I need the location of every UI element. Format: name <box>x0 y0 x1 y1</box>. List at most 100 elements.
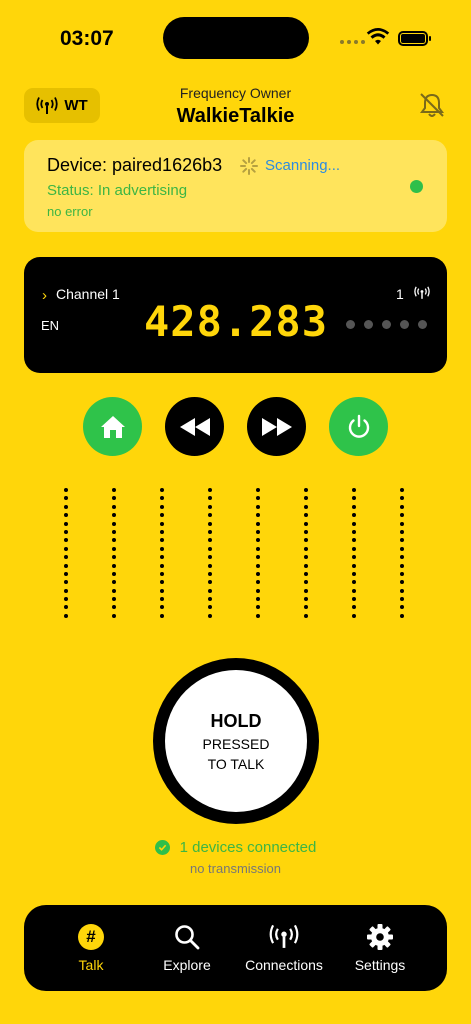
channel-language: EN <box>41 318 60 333</box>
grille-dot <box>160 563 164 568</box>
status-time: 03:07 <box>60 27 114 50</box>
grille-dot <box>208 513 212 518</box>
grille-dot <box>64 588 68 593</box>
grille-dot <box>400 563 404 568</box>
grille-dot <box>112 605 116 610</box>
wifi-icon <box>366 28 390 45</box>
dynamic-island <box>163 17 309 59</box>
grille-dot <box>304 613 308 618</box>
grille-dot <box>112 563 116 568</box>
grille-dot <box>352 513 356 518</box>
grille-dot <box>400 580 404 585</box>
grille-dot <box>304 521 308 526</box>
grille-dot <box>112 504 116 509</box>
grille-dot <box>160 597 164 602</box>
grille-dot <box>256 513 260 518</box>
grille-dot <box>64 504 68 509</box>
grille-dot <box>64 597 68 602</box>
grille-dot <box>256 496 260 501</box>
channel-number: 1 <box>396 286 404 302</box>
tab-connections-label: Connections <box>245 957 323 973</box>
grille-dot <box>400 571 404 576</box>
grille-column <box>256 488 260 618</box>
grille-dot <box>304 588 308 593</box>
push-to-talk-button[interactable]: HOLD PRESSED TO TALK <box>153 658 319 824</box>
grille-dot <box>112 588 116 593</box>
grille-dot <box>208 613 212 618</box>
rewind-icon <box>179 417 210 436</box>
grille-dot <box>304 580 308 585</box>
grille-dot <box>112 555 116 560</box>
grille-dot <box>256 538 260 543</box>
grille-dot <box>256 580 260 585</box>
search-icon <box>175 925 200 950</box>
grille-dot <box>400 538 404 543</box>
ptt-line-2: TO TALK <box>207 755 265 772</box>
grille-dot <box>256 613 260 618</box>
channel-label[interactable]: Channel 1 <box>56 286 120 302</box>
power-button[interactable] <box>329 397 388 456</box>
grille-dot <box>400 529 404 534</box>
chevron-right-icon[interactable]: › <box>42 287 47 304</box>
grille-dot <box>400 597 404 602</box>
grille-dot <box>352 488 356 492</box>
grille-dot <box>112 580 116 585</box>
grille-dot <box>352 538 356 543</box>
grille-column <box>112 488 116 618</box>
grille-dot <box>400 613 404 618</box>
connection-status-dot <box>410 180 423 193</box>
grille-dot <box>64 521 68 526</box>
home-button[interactable] <box>83 397 142 456</box>
grille-dot <box>64 613 68 618</box>
grille-dot <box>64 538 68 543</box>
check-circle-icon <box>154 840 170 855</box>
grille-dot <box>400 605 404 610</box>
tab-talk[interactable]: # Talk <box>41 905 141 991</box>
grille-dot <box>352 588 356 593</box>
grille-column <box>160 488 164 618</box>
grille-dot <box>208 571 212 576</box>
push-to-talk-face[interactable]: HOLD PRESSED TO TALK <box>165 670 307 812</box>
grille-dot <box>160 571 164 576</box>
grille-dot <box>256 571 260 576</box>
grille-dot <box>208 588 212 593</box>
grille-dot <box>208 504 212 509</box>
grille-dot <box>64 605 68 610</box>
grille-dot <box>352 571 356 576</box>
grille-dot <box>112 488 116 492</box>
grille-dot <box>160 605 164 610</box>
grille-dot <box>304 529 308 534</box>
power-icon <box>348 414 369 438</box>
grille-dot <box>160 521 164 526</box>
grille-dot <box>64 496 68 501</box>
grille-dot <box>304 563 308 568</box>
grille-dot <box>304 488 308 492</box>
grille-dot <box>112 521 116 526</box>
grille-dot <box>352 613 356 618</box>
tab-connections[interactable]: Connections <box>234 905 334 991</box>
gear-icon <box>367 924 393 950</box>
grille-dot <box>400 496 404 501</box>
tab-explore[interactable]: Explore <box>137 905 237 991</box>
grille-dot <box>64 488 68 492</box>
grille-dot <box>352 597 356 602</box>
grille-column <box>64 488 68 618</box>
grille-dot <box>400 504 404 509</box>
grille-dot <box>160 555 164 560</box>
grille-dot <box>160 496 164 501</box>
bell-muted-icon[interactable] <box>418 91 446 119</box>
previous-channel-button[interactable] <box>165 397 224 456</box>
grille-dot <box>160 546 164 551</box>
tab-explore-label: Explore <box>163 957 211 973</box>
grille-dot <box>400 513 404 518</box>
grille-dot <box>112 496 116 501</box>
grille-dot <box>256 504 260 509</box>
tab-settings[interactable]: Settings <box>330 905 430 991</box>
device-status-card: Device: paired1626b3 Status: In advertis… <box>24 140 447 232</box>
antenna-icon <box>269 924 299 948</box>
grille-dot <box>112 546 116 551</box>
battery-icon <box>398 31 431 46</box>
fast-forward-icon <box>261 417 292 436</box>
next-channel-button[interactable] <box>247 397 306 456</box>
grille-dot <box>400 546 404 551</box>
